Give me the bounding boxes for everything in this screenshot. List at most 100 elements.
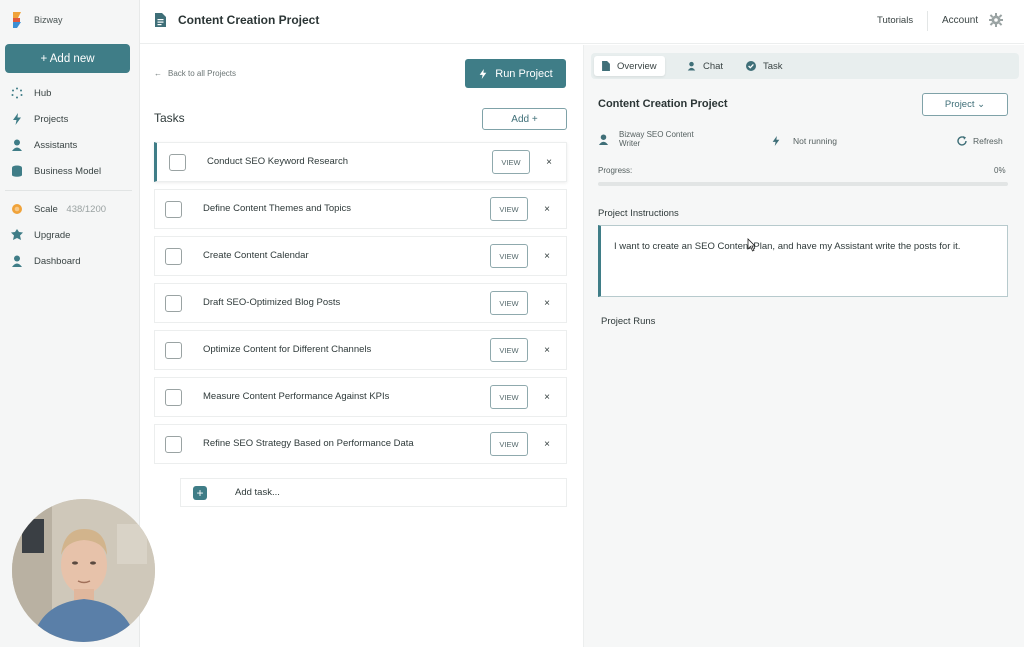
- sidebar-item-business-model[interactable]: Business Model: [0, 158, 140, 184]
- user-icon: [12, 255, 22, 267]
- scale-coin-icon: [12, 204, 22, 214]
- bizway-logo-icon: [13, 12, 21, 28]
- delete-task-button[interactable]: ×: [540, 296, 554, 310]
- task-checkbox[interactable]: [165, 295, 182, 312]
- task-label: Conduct SEO Keyword Research: [207, 156, 348, 167]
- upgrade-icon: [11, 229, 23, 240]
- sidebar-item-label: Projects: [34, 113, 69, 125]
- header-divider: [927, 11, 928, 31]
- sidebar-item-assistants[interactable]: Assistants: [0, 132, 140, 158]
- gear-icon[interactable]: [989, 13, 1003, 27]
- back-to-projects-link[interactable]: ← Back to all Projects: [154, 69, 236, 78]
- refresh-button[interactable]: Refresh: [956, 135, 1003, 147]
- back-link-label: Back to all Projects: [168, 69, 237, 78]
- sidebar-item-scale[interactable]: Scale 438/1200: [0, 196, 140, 222]
- assistant-icon: [687, 61, 696, 71]
- webcam-overlay: [12, 499, 155, 642]
- arrow-left-icon: ←: [154, 69, 162, 78]
- hub-icon: [11, 87, 23, 99]
- tab-task[interactable]: Task: [738, 56, 791, 76]
- add-new-button[interactable]: + Add new: [5, 44, 130, 73]
- task-label: Refine SEO Strategy Based on Performance…: [203, 438, 414, 449]
- tab-overview[interactable]: Overview: [594, 56, 665, 76]
- tasks-heading: Tasks: [154, 111, 185, 125]
- task-checkbox[interactable]: [169, 154, 186, 171]
- tab-label: Overview: [617, 60, 657, 72]
- task-checkbox[interactable]: [165, 389, 182, 406]
- task-row[interactable]: Conduct SEO Keyword Research VIEW ×: [154, 142, 567, 182]
- task-row[interactable]: Refine SEO Strategy Based on Performance…: [154, 424, 567, 464]
- project-details-panel: Overview Chat Task Content Creation Proj…: [583, 45, 1024, 647]
- tab-label: Task: [763, 60, 783, 72]
- check-circle-icon: [746, 61, 756, 71]
- add-task-row[interactable]: + Add task...: [180, 478, 567, 507]
- tab-chat[interactable]: Chat: [679, 56, 731, 76]
- view-task-button[interactable]: VIEW: [490, 432, 528, 456]
- delete-task-button[interactable]: ×: [540, 437, 554, 451]
- sidebar-divider: [5, 190, 132, 191]
- plus-icon: +: [193, 486, 207, 500]
- task-row[interactable]: Measure Content Performance Against KPIs…: [154, 377, 567, 417]
- sidebar-item-upgrade[interactable]: Upgrade: [0, 222, 140, 248]
- project-title: Content Creation Project: [598, 98, 728, 110]
- presenter-video-image: [12, 499, 155, 642]
- progress-label: Progress:: [598, 166, 633, 175]
- task-checkbox[interactable]: [165, 342, 182, 359]
- progress-value: 0%: [994, 166, 1006, 175]
- scale-label: Scale: [34, 203, 58, 215]
- sidebar-item-projects[interactable]: Projects: [0, 106, 140, 132]
- document-icon: [602, 61, 610, 71]
- task-row[interactable]: Define Content Themes and Topics VIEW ×: [154, 189, 567, 229]
- instructions-textarea[interactable]: I want to create an SEO Content Plan, an…: [598, 225, 1008, 297]
- assistant-icon: [598, 133, 609, 145]
- details-tabs: Overview Chat Task: [591, 53, 1019, 79]
- view-task-button[interactable]: VIEW: [490, 385, 528, 409]
- account-menu[interactable]: Account: [942, 15, 978, 26]
- sidebar-nav-secondary: Scale 438/1200 Upgrade Dashboard: [0, 196, 140, 274]
- brand[interactable]: Bizway: [10, 11, 63, 29]
- instructions-heading: Project Instructions: [598, 208, 679, 219]
- task-checkbox[interactable]: [165, 436, 182, 453]
- task-checkbox[interactable]: [165, 201, 182, 218]
- run-project-label: Run Project: [495, 67, 553, 80]
- top-header: Content Creation Project Tutorials Accou…: [140, 0, 1024, 44]
- task-label: Create Content Calendar: [203, 250, 309, 261]
- sidebar-item-label: Business Model: [34, 165, 102, 177]
- task-label: Define Content Themes and Topics: [203, 203, 352, 214]
- delete-task-button[interactable]: ×: [540, 202, 554, 216]
- view-task-button[interactable]: VIEW: [490, 244, 528, 268]
- run-status: Not running: [771, 135, 837, 147]
- add-task-button[interactable]: Add +: [482, 108, 567, 130]
- assistant-info[interactable]: Bizway SEO Content Writer: [598, 130, 709, 148]
- view-task-button[interactable]: VIEW: [490, 197, 528, 221]
- add-task-label: Add task...: [235, 487, 280, 498]
- sidebar-item-hub[interactable]: Hub: [0, 80, 140, 106]
- delete-task-button[interactable]: ×: [542, 155, 556, 169]
- view-task-button[interactable]: VIEW: [490, 291, 528, 315]
- project-dropdown[interactable]: Project ⌄: [922, 93, 1008, 116]
- brand-name: Bizway: [34, 15, 63, 25]
- task-label: Measure Content Performance Against KPIs: [203, 391, 390, 402]
- sidebar-item-label: Dashboard: [34, 255, 81, 267]
- view-task-button[interactable]: VIEW: [490, 338, 528, 362]
- task-row[interactable]: Optimize Content for Different Channels …: [154, 330, 567, 370]
- task-row[interactable]: Draft SEO-Optimized Blog Posts VIEW ×: [154, 283, 567, 323]
- delete-task-button[interactable]: ×: [540, 343, 554, 357]
- assistant-icon: [12, 139, 22, 151]
- sidebar-item-label: Assistants: [34, 139, 78, 151]
- sidebar-item-label: Hub: [34, 87, 52, 99]
- project-runs-heading: Project Runs: [601, 316, 656, 327]
- delete-task-button[interactable]: ×: [540, 249, 554, 263]
- sidebar-item-dashboard[interactable]: Dashboard: [0, 248, 140, 274]
- task-checkbox[interactable]: [165, 248, 182, 265]
- tutorials-link[interactable]: Tutorials: [877, 15, 913, 26]
- bolt-icon: [772, 136, 780, 146]
- sidebar-item-label: Upgrade: [34, 229, 71, 241]
- instructions-text: I want to create an SEO Content Plan, an…: [614, 241, 961, 252]
- run-project-button[interactable]: Run Project: [465, 59, 566, 88]
- delete-task-button[interactable]: ×: [540, 390, 554, 404]
- task-row[interactable]: Create Content Calendar VIEW ×: [154, 236, 567, 276]
- view-task-button[interactable]: VIEW: [492, 150, 530, 174]
- page-title: Content Creation Project: [178, 13, 320, 27]
- progress-bar: [598, 182, 1008, 186]
